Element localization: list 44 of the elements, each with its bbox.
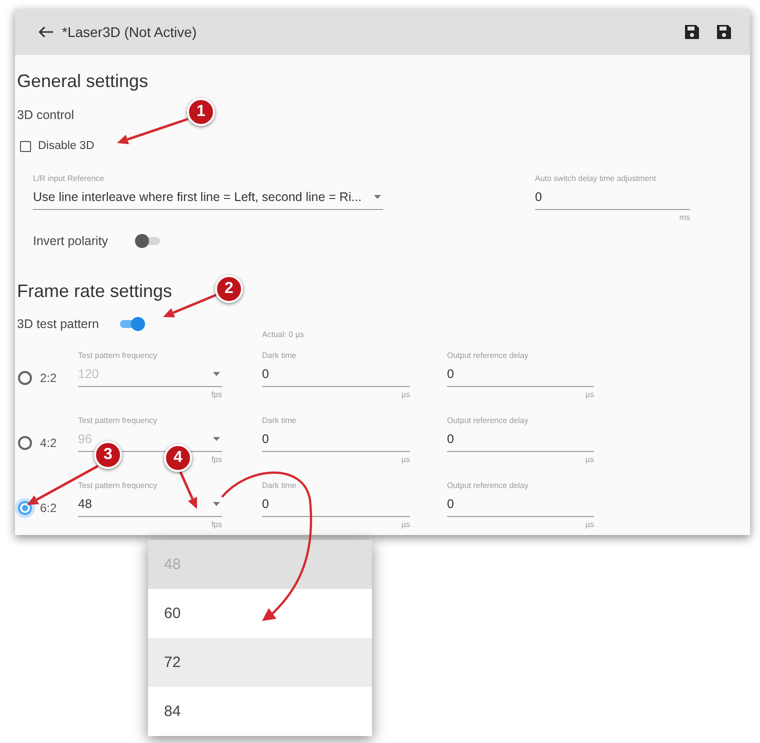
radio-label: 4:2 — [40, 436, 57, 450]
dropdown-field[interactable]: L/R input Reference Use line interleave where first line = Left, second line = Ri... — [33, 174, 383, 210]
back-arrow-icon[interactable] — [38, 26, 54, 38]
unit-label: µs — [585, 520, 594, 530]
subsection-title: 3D control — [17, 107, 74, 123]
toggle-label: Invert polarity — [33, 233, 108, 249]
menu-item[interactable]: 72 — [148, 638, 372, 687]
caret-icon — [213, 502, 220, 506]
unit-label: ms — [679, 213, 690, 223]
radio-label: 2:2 — [40, 371, 57, 385]
toggle-switch[interactable] — [119, 317, 145, 331]
input-field[interactable]: Auto switch delay time adjustment 0 — [535, 174, 690, 210]
unit-label: µs — [585, 455, 594, 465]
menu-item[interactable]: 84 — [148, 687, 372, 736]
checkbox[interactable] — [20, 140, 31, 152]
radio-button[interactable] — [18, 371, 32, 385]
radio-button[interactable] — [18, 436, 32, 450]
input-field[interactable]: Dark time 0 — [262, 351, 410, 387]
unit-label: fps — [211, 390, 222, 400]
input-field[interactable]: Dark time 0 — [262, 481, 410, 517]
caret-icon — [213, 372, 220, 376]
unit-label: fps — [211, 455, 222, 465]
unit-label: µs — [401, 455, 410, 465]
menu-item[interactable]: 60 — [148, 589, 372, 638]
actual-time-label: Actual: 0 µs — [262, 330, 304, 340]
annotation-arrow — [178, 470, 198, 509]
section-title: General settings — [17, 70, 148, 93]
window-title: *Laser3D (Not Active) — [62, 24, 197, 40]
checkbox-label: Disable 3D — [38, 139, 94, 154]
caret-icon — [374, 195, 381, 199]
input-field[interactable]: Output reference delay 0 — [447, 416, 594, 452]
caret-icon — [213, 437, 220, 441]
input-field[interactable]: Output reference delay 0 — [447, 481, 594, 517]
radio-label: 6:2 — [40, 501, 57, 515]
section-title: Frame rate settings — [17, 280, 172, 303]
unit-label: µs — [401, 520, 410, 530]
input-field[interactable]: Output reference delay 0 — [447, 351, 594, 387]
unit-label: µs — [401, 390, 410, 400]
toggle-switch[interactable] — [135, 234, 162, 248]
unit-label: µs — [585, 390, 594, 400]
unit-label: fps — [211, 520, 222, 530]
toggle-label: 3D test pattern — [17, 316, 99, 332]
input-field[interactable]: Dark time 0 — [262, 416, 410, 452]
annotation-arrow — [117, 118, 188, 144]
